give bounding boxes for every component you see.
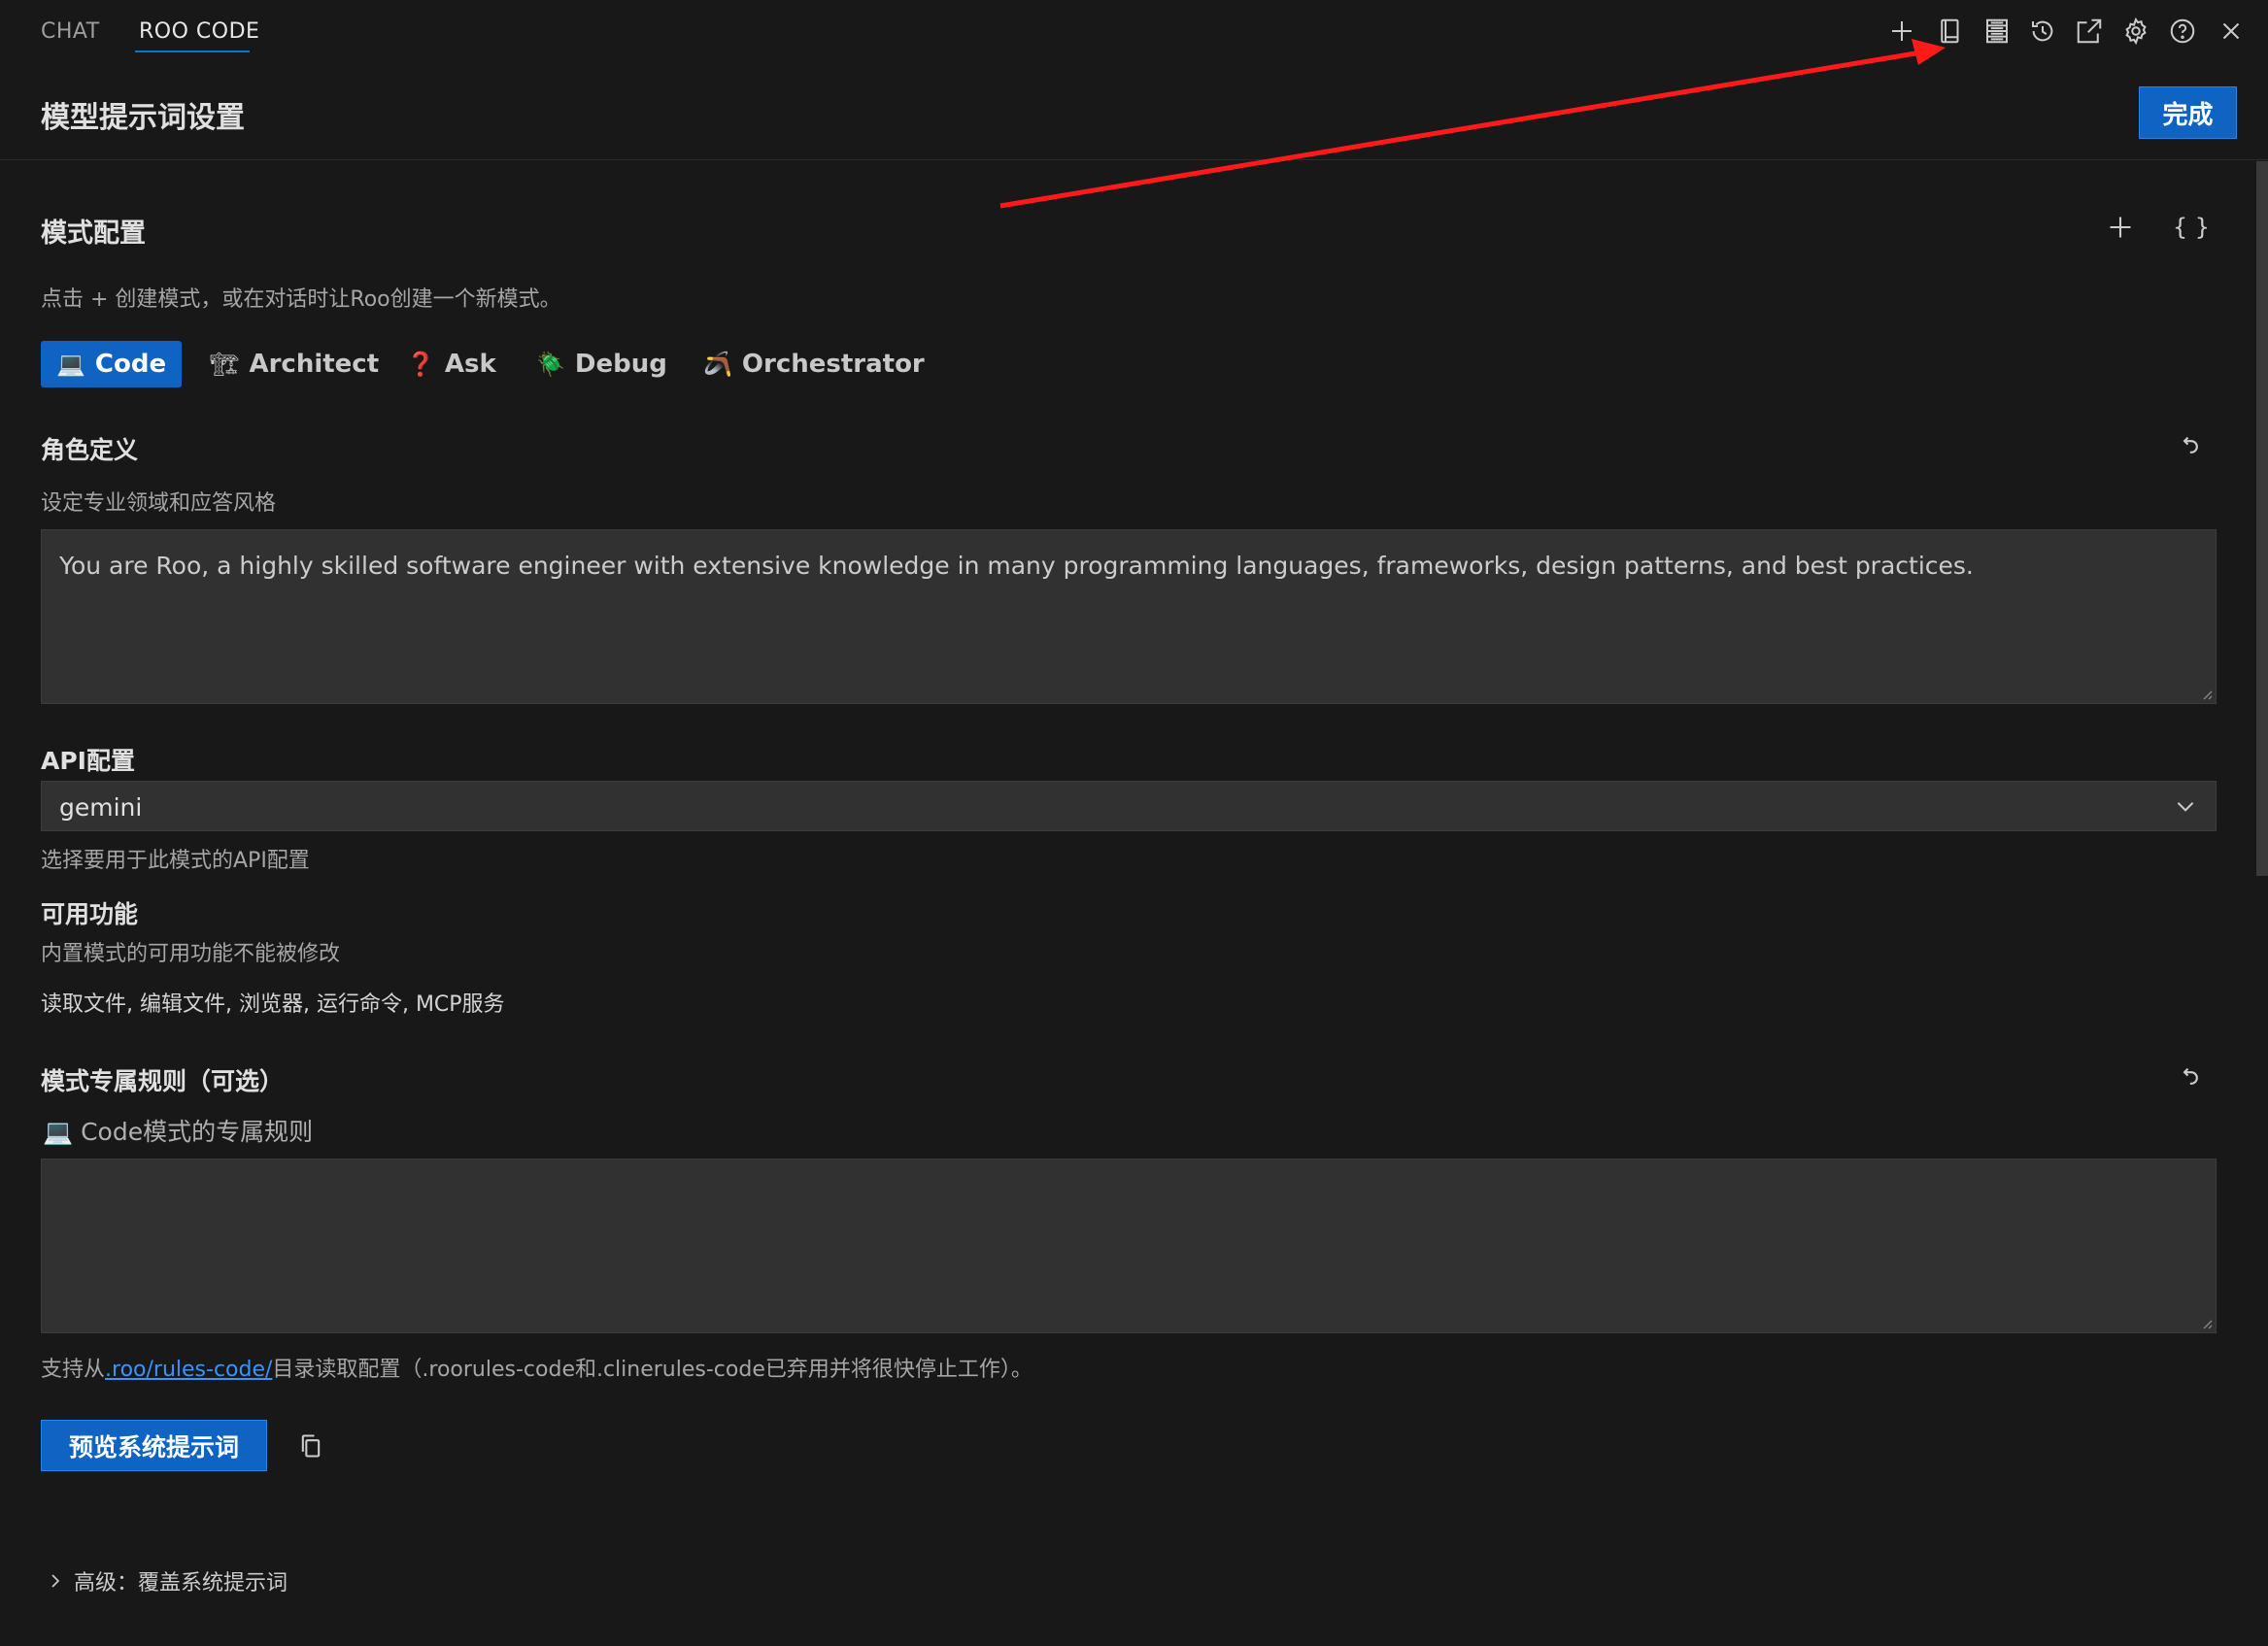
mode-debug-button[interactable]: 🪲 Debug: [536, 341, 667, 387]
api-config-value: gemini: [59, 793, 142, 822]
scrollbar[interactable]: [2256, 161, 2268, 876]
mode-rules-note: 支持从.roo/rules-code/目录读取配置（.roorules-code…: [41, 1352, 1032, 1383]
features-description: 内置模式的可用功能不能被修改: [41, 936, 340, 967]
mode-label: Code: [95, 350, 166, 379]
mode-ask-button[interactable]: ❓ Ask: [406, 341, 496, 387]
mode-architect-button[interactable]: 🏗 Architect: [210, 341, 379, 387]
laptop-icon: 💻: [56, 351, 85, 378]
rules-note-suffix: 目录读取配置（.roorules-code和.clinerules-code已弃…: [272, 1358, 1032, 1382]
edit-json-icon[interactable]: { }: [2172, 208, 2211, 247]
mode-label: Debug: [575, 350, 667, 379]
role-definition-textarea[interactable]: You are Roo, a highly skilled software e…: [41, 529, 2217, 704]
features-title: 可用功能: [41, 895, 138, 930]
reset-role-icon[interactable]: [2172, 427, 2211, 466]
preview-system-prompt-button[interactable]: 预览系统提示词: [41, 1420, 267, 1471]
mode-code-button[interactable]: 💻 Code: [41, 341, 182, 387]
api-config-help: 选择要用于此模式的API配置: [41, 843, 310, 874]
modes-description: 点击 + 创建模式，或在对话时让Roo创建一个新模式。: [41, 282, 561, 313]
role-definition-description: 设定专业领域和应答风格: [41, 486, 276, 517]
mode-label: Orchestrator: [742, 350, 925, 379]
add-mode-icon[interactable]: [2101, 208, 2140, 247]
mode-rules-subtitle: 💻 Code模式的专属规则: [43, 1113, 313, 1148]
rules-directory-link[interactable]: .roo/rules-code/: [105, 1358, 272, 1382]
bug-icon: 🪲: [536, 351, 565, 378]
role-definition-text: You are Roo, a highly skilled software e…: [59, 552, 1974, 580]
mode-rules-subtitle-text: Code模式的专属规则: [81, 1118, 313, 1146]
api-config-select[interactable]: gemini: [41, 781, 2217, 831]
api-config-title: API配置: [41, 742, 135, 777]
annotation-arrow: [0, 0, 2268, 252]
advanced-override-toggle[interactable]: 高级：覆盖系统提示词: [47, 1565, 288, 1596]
boomerang-icon: 🪃: [703, 351, 732, 378]
copy-icon[interactable]: [291, 1427, 330, 1465]
modes-section-title: 模式配置: [41, 212, 146, 250]
role-definition-title: 角色定义: [41, 431, 138, 466]
mode-rules-textarea[interactable]: [41, 1159, 2217, 1333]
laptop-icon: 💻: [43, 1118, 73, 1146]
mode-orchestrator-button[interactable]: 🪃 Orchestrator: [703, 341, 925, 387]
advanced-override-label: 高级：覆盖系统提示词: [74, 1565, 288, 1596]
resize-handle-icon[interactable]: [2199, 687, 2213, 700]
mode-rules-title: 模式专属规则（可选）: [41, 1062, 284, 1097]
resize-handle-icon[interactable]: [2199, 1316, 2213, 1329]
features-list: 读取文件, 编辑文件, 浏览器, 运行命令, MCP服务: [41, 987, 505, 1018]
building-icon: 🏗: [210, 351, 239, 378]
chevron-right-icon: [47, 1572, 64, 1590]
chevron-down-icon: [2173, 793, 2198, 819]
mode-label: Architect: [249, 350, 379, 379]
reset-rules-icon[interactable]: [2172, 1058, 2211, 1097]
question-icon: ❓: [406, 351, 435, 378]
mode-label: Ask: [445, 350, 496, 379]
rules-note-prefix: 支持从: [41, 1358, 105, 1382]
